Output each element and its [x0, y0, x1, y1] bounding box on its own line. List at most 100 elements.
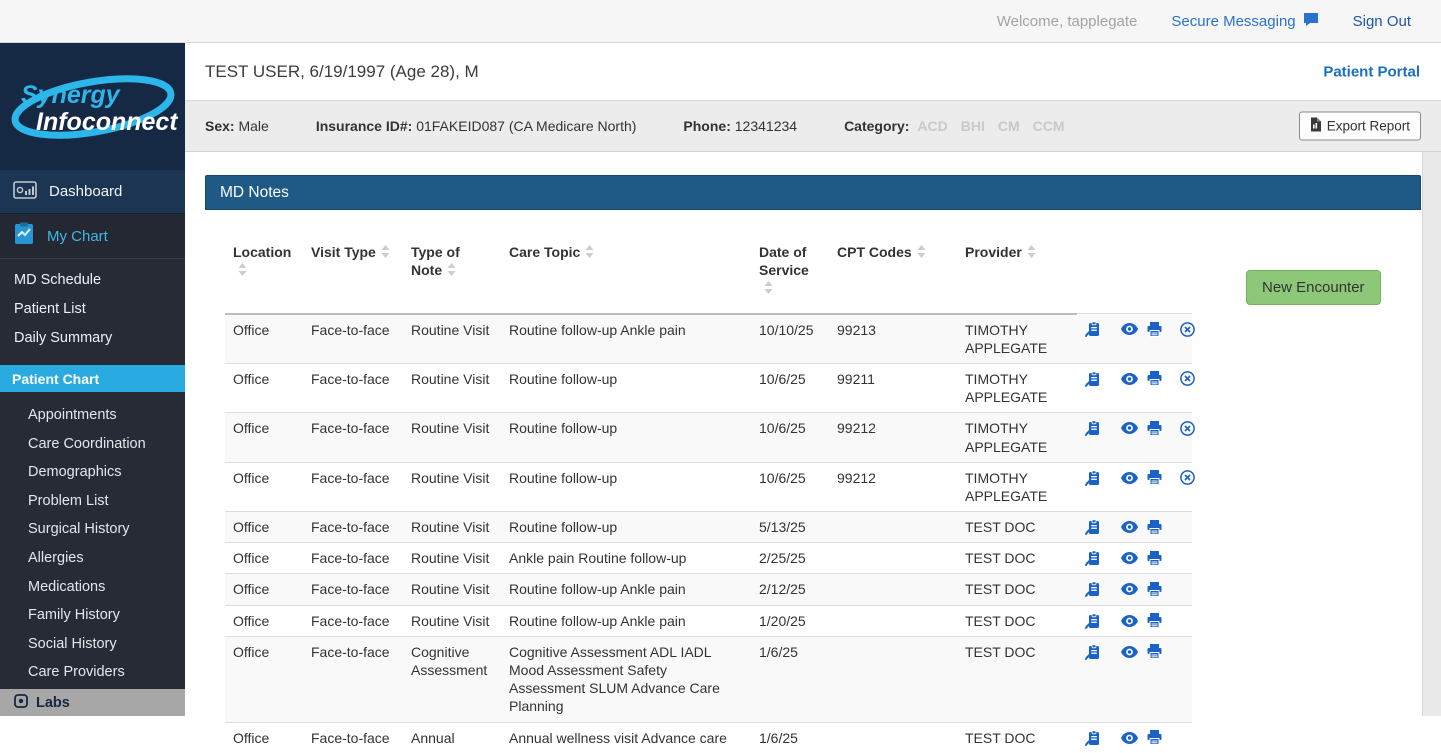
sidebar-subitem-surgical-history[interactable]: Surgical History — [0, 515, 185, 544]
view-note-icon[interactable] — [1121, 372, 1138, 385]
sign-note-icon[interactable] — [1085, 729, 1100, 746]
cell-care-topic: Routine follow-up — [501, 412, 751, 463]
print-note-icon[interactable] — [1147, 581, 1162, 597]
view-note-icon[interactable] — [1121, 471, 1138, 484]
sidebar-item-daily-summary[interactable]: Daily Summary — [0, 324, 185, 353]
sidebar-subitem-social-history[interactable]: Social History — [0, 630, 185, 659]
sign-note-icon[interactable] — [1085, 371, 1100, 387]
print-note-icon[interactable] — [1147, 321, 1162, 337]
sidebar-item-my-chart[interactable]: My Chart — [0, 214, 185, 259]
view-note-icon[interactable] — [1121, 323, 1138, 336]
void-note-icon[interactable] — [1180, 470, 1195, 486]
print-note-icon[interactable] — [1147, 371, 1162, 387]
cell-date-of-service: 2/25/25 — [751, 542, 829, 574]
sign-note-icon[interactable] — [1085, 420, 1100, 437]
sign-note-icon[interactable] — [1085, 519, 1100, 536]
sign-out-link[interactable]: Sign Out — [1353, 13, 1411, 30]
view-note-icon[interactable] — [1121, 614, 1138, 627]
table-row: Office Face-to-face Annual Annual wellne… — [225, 721, 1192, 753]
sign-note-icon[interactable] — [1085, 613, 1100, 629]
view-note-icon[interactable] — [1121, 731, 1138, 744]
app-logo[interactable]: Synergy Infoconnect — [0, 43, 185, 170]
md-notes-table-body: Office Face-to-face Routine Visit Routin… — [225, 313, 1195, 753]
sidebar-subitem-problem-list[interactable]: Problem List — [0, 487, 185, 516]
cell-visit-type: Face-to-face — [303, 511, 403, 543]
column-header-provider[interactable]: Provider — [957, 210, 1077, 315]
cell-visit-type: Face-to-face — [303, 604, 403, 637]
cell-visit-type: Face-to-face — [303, 313, 403, 364]
patient-portal-link[interactable]: Patient Portal — [1323, 63, 1420, 80]
sort-icon[interactable] — [764, 280, 773, 298]
print-note-icon[interactable] — [1147, 519, 1162, 535]
sign-note-icon[interactable] — [1085, 470, 1100, 486]
sidebar-item-patient-list[interactable]: Patient List — [0, 295, 185, 324]
cell-care-topic: Routine follow-up — [501, 362, 751, 413]
sort-icon[interactable] — [917, 244, 926, 262]
sidebar-subitem-demographics[interactable]: Demographics — [0, 458, 185, 487]
cell-care-topic: Ankle pain Routine follow-up — [501, 542, 751, 574]
sidebar-nav-list: MD Schedule Patient List Daily Summary — [0, 259, 185, 359]
sidebar-item-md-schedule[interactable]: MD Schedule — [0, 266, 185, 295]
cell-actions — [1077, 362, 1195, 413]
view-note-icon[interactable] — [1121, 552, 1138, 565]
sidebar-subitem-appointments[interactable]: Appointments — [0, 401, 185, 430]
column-header-location[interactable]: Location — [225, 210, 303, 315]
column-header-visit-type[interactable]: Visit Type — [303, 210, 403, 315]
sort-icon[interactable] — [1027, 244, 1036, 262]
sidebar-subitem-care-providers[interactable]: Care Providers — [0, 658, 185, 687]
cell-type-of-note: Routine Visit — [403, 313, 501, 364]
sort-icon[interactable] — [447, 262, 456, 280]
cell-visit-type: Face-to-face — [303, 362, 403, 413]
view-note-icon[interactable] — [1121, 645, 1138, 658]
sort-icon[interactable] — [381, 244, 390, 262]
sidebar-subitem-family-history[interactable]: Family History — [0, 601, 185, 630]
sign-note-icon[interactable] — [1085, 581, 1100, 598]
print-note-icon[interactable] — [1147, 420, 1162, 436]
cell-actions — [1077, 635, 1192, 723]
right-scroll-gutter[interactable] — [1422, 152, 1441, 716]
sidebar-subitem-allergies[interactable]: Allergies — [0, 544, 185, 573]
sex-label: Sex: — [205, 118, 235, 134]
print-note-icon[interactable] — [1147, 613, 1162, 629]
table-row: Office Face-to-face Routine Visit Routin… — [225, 313, 1195, 364]
void-note-icon[interactable] — [1180, 321, 1195, 337]
view-note-icon[interactable] — [1121, 583, 1138, 596]
my-chart-icon — [13, 222, 35, 250]
column-header-type-of-note[interactable]: Type of Note — [403, 210, 501, 315]
view-note-icon[interactable] — [1121, 422, 1138, 435]
insurance-value: 01FAKEID087 (CA Medicare North) — [416, 118, 637, 134]
print-note-icon[interactable] — [1147, 644, 1162, 660]
print-note-icon[interactable] — [1147, 550, 1162, 566]
print-note-icon[interactable] — [1147, 730, 1162, 746]
sidebar-item-patient-chart[interactable]: Patient Chart — [0, 365, 185, 392]
category-badge-ccm: CCM — [1032, 118, 1065, 134]
sort-icon[interactable] — [585, 244, 594, 262]
sign-note-icon[interactable] — [1085, 550, 1100, 567]
column-header-cpt-codes[interactable]: CPT Codes — [829, 210, 957, 315]
cell-type-of-note: Routine Visit — [403, 511, 501, 543]
sex-value: Male — [238, 118, 269, 134]
export-report-button[interactable]: Export Report — [1298, 111, 1421, 141]
sort-icon[interactable] — [238, 262, 247, 280]
view-note-icon[interactable] — [1121, 521, 1138, 534]
sidebar-item-label: Dashboard — [49, 183, 123, 200]
print-note-icon[interactable] — [1147, 470, 1162, 486]
secure-messaging-link[interactable]: Secure Messaging — [1171, 12, 1318, 31]
column-header-care-topic[interactable]: Care Topic — [501, 210, 751, 315]
sidebar-item-dashboard[interactable]: Dashboard — [0, 170, 185, 214]
sign-note-icon[interactable] — [1085, 644, 1100, 660]
cell-actions — [1077, 721, 1192, 753]
new-encounter-button[interactable]: New Encounter — [1246, 270, 1381, 305]
sign-note-icon[interactable] — [1085, 321, 1100, 338]
cell-date-of-service: 5/13/25 — [751, 511, 829, 543]
void-note-icon[interactable] — [1180, 371, 1195, 387]
column-header-date-of-service[interactable]: Date of Service — [751, 210, 829, 315]
header-row: Location Visit Type Type of Note Care Topic… — [225, 210, 1192, 315]
cell-type-of-note: Routine Visit — [403, 362, 501, 413]
sidebar-sub-list: Appointments Care Coordination Demographic… — [0, 392, 185, 687]
cell-actions — [1077, 604, 1192, 637]
void-note-icon[interactable] — [1180, 420, 1195, 436]
sidebar-item-labs[interactable]: Labs — [0, 689, 185, 716]
sidebar-subitem-care-coordination[interactable]: Care Coordination — [0, 430, 185, 459]
sidebar-subitem-medications[interactable]: Medications — [0, 573, 185, 602]
